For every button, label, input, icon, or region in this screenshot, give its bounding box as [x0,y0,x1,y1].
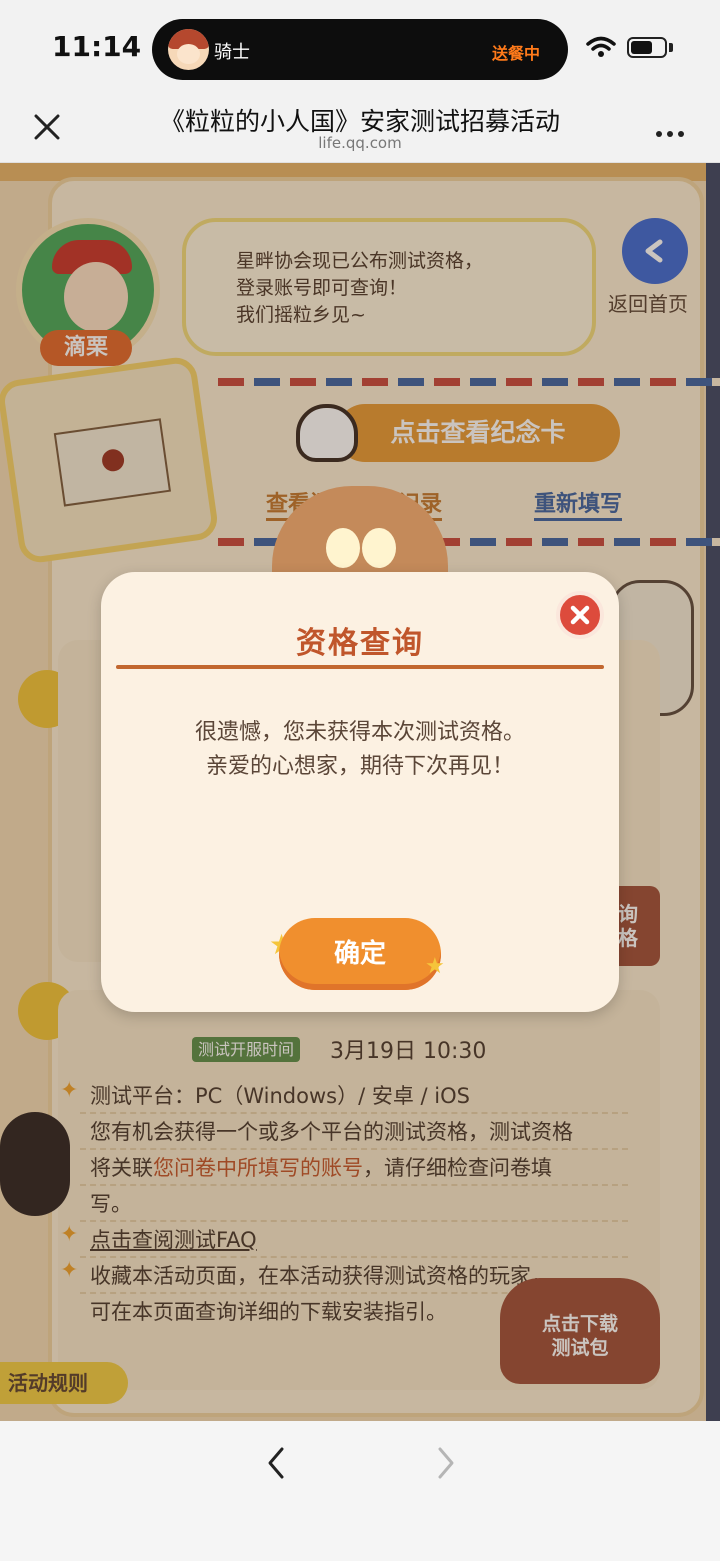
battery-tip [669,43,673,52]
modal-close-button[interactable] [556,591,604,639]
close-icon [570,605,590,625]
page-title: 《粒粒的小人国》安家测试招募活动 [159,107,560,136]
back-arrow-icon[interactable] [258,1443,294,1483]
more-menu-icon[interactable] [656,122,692,137]
modal-divider [116,665,604,669]
forward-arrow-icon[interactable] [428,1443,464,1483]
island-status: 送餐中 [491,44,540,63]
browser-toolbar [0,1421,720,1561]
island-app-name: 骑士 [214,42,250,63]
wifi-icon [586,36,616,57]
modal-message: 亲爱的心想家，期待下次再见！ [205,754,514,779]
status-bar: 11:14 骑士 送餐中 [0,0,720,96]
battery-icon [627,37,667,58]
page-domain: life.qq.com [318,134,402,152]
modal-message: 很遗憾，您未获得本次测试资格。 [194,720,525,745]
qualification-query-modal: 资格查询 很遗憾，您未获得本次测试资格。 亲爱的心想家，期待下次再见！ ★ 确定… [101,572,619,1012]
nav-header: 《粒粒的小人国》安家测试招募活动 life.qq.com [0,96,720,163]
close-icon[interactable] [30,110,64,144]
modal-title: 资格查询 [296,626,424,661]
star-icon: ★ [425,954,445,979]
avatar [168,29,209,70]
confirm-button[interactable]: 确定 [279,918,441,990]
clock: 11:14 [52,30,142,63]
dynamic-island[interactable]: 骑士 送餐中 [152,19,568,80]
